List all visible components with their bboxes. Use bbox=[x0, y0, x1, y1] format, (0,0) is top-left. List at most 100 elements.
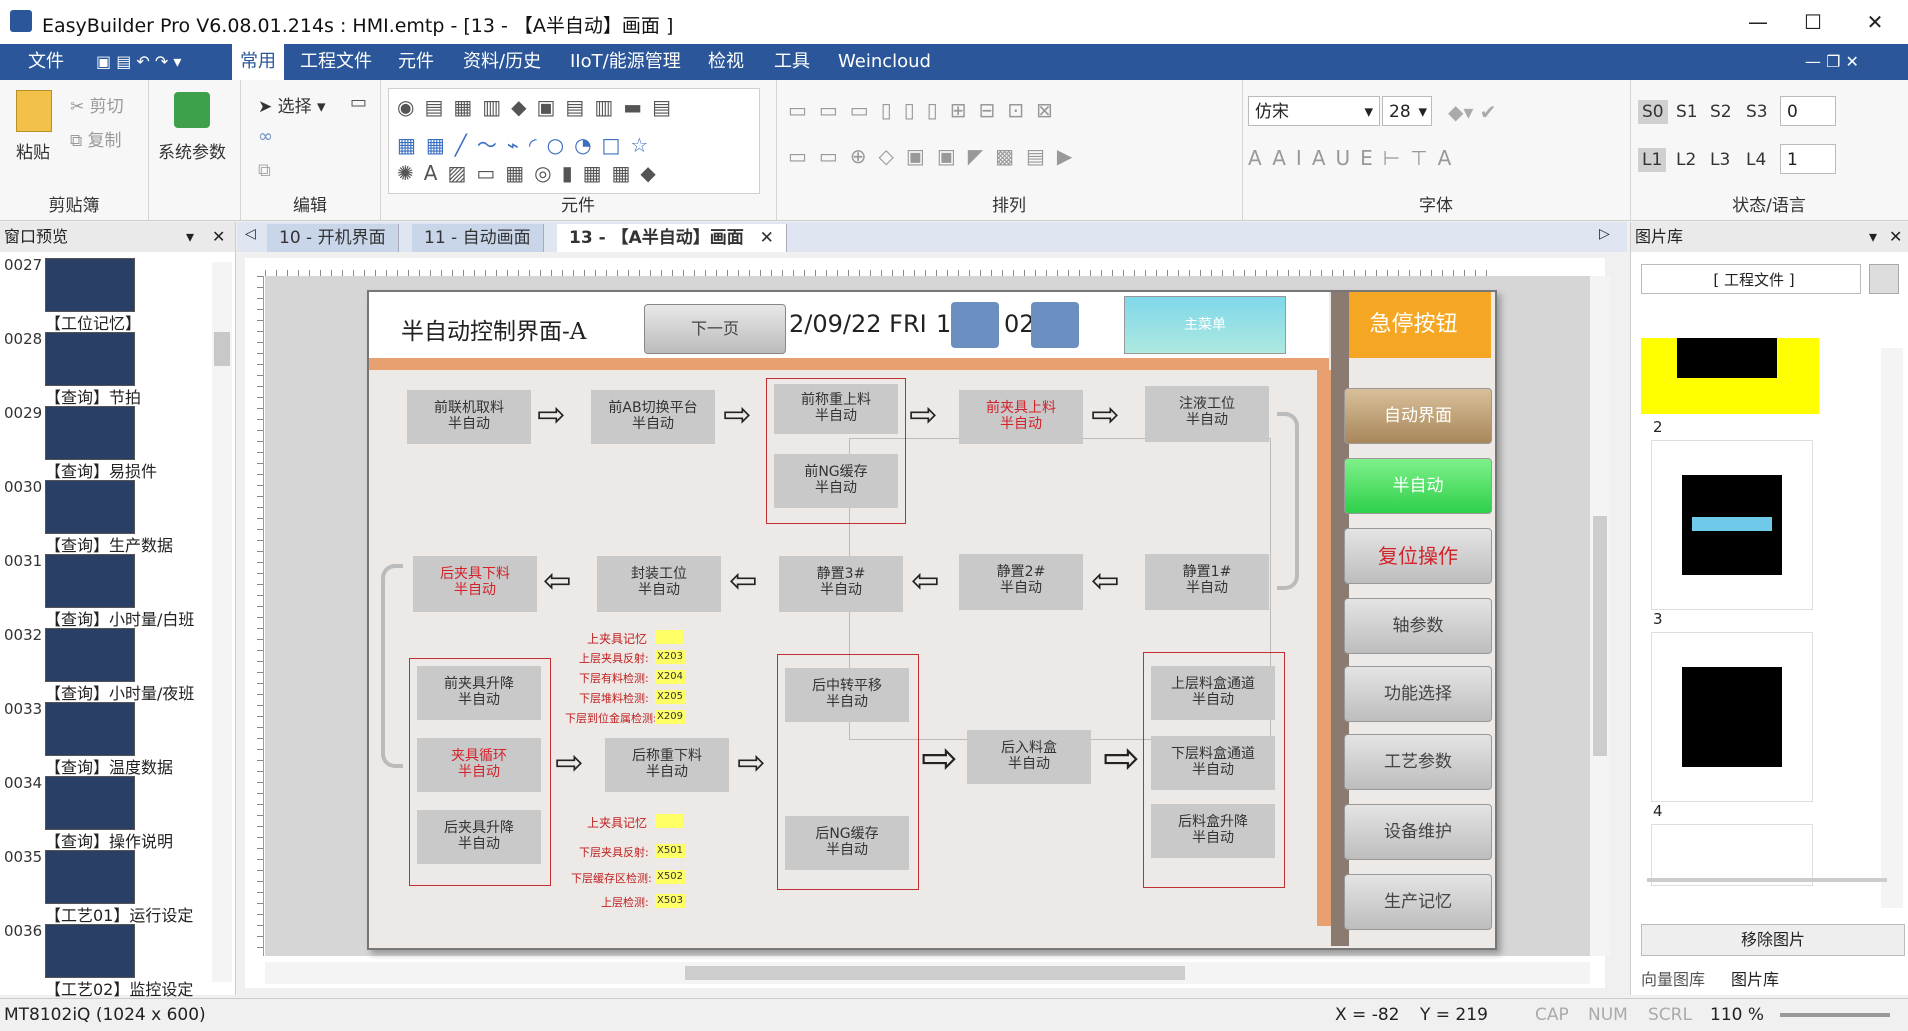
side-button-semi-auto[interactable]: 半自动 bbox=[1344, 458, 1492, 514]
tab-page-13[interactable]: 13 - 【A半自动】画面 ✕ bbox=[557, 224, 787, 252]
chevron-down-icon[interactable]: ▾ bbox=[186, 222, 194, 252]
lang-spinner[interactable]: 1 bbox=[1780, 144, 1836, 174]
station-rest-3[interactable]: 静置3# 半自动 bbox=[779, 556, 903, 612]
font-size-combo[interactable]: 28 ▾ bbox=[1382, 96, 1432, 126]
station-front-ng-cache[interactable]: 前NG缓存 半自动 bbox=[774, 454, 898, 508]
window-thumbnail[interactable] bbox=[45, 554, 135, 608]
menu-file[interactable]: 文件 bbox=[20, 44, 72, 80]
state-s0[interactable]: S0 bbox=[1638, 100, 1668, 124]
duplicate-icon[interactable]: ⧉ bbox=[258, 160, 271, 181]
station-front-weigh[interactable]: 前称重上料 半自动 bbox=[774, 384, 898, 434]
scrollbar-thumb[interactable] bbox=[685, 966, 1185, 980]
object-gallery[interactable]: ◉▤▦▥◆▣▤▥▬▤ ▦▦╱〜⌁◜○◔□☆ ✺A▨▭▦◎▮▦▦◆ bbox=[388, 88, 760, 194]
scrollbar-thumb[interactable] bbox=[214, 332, 230, 366]
scrollbar-thumb[interactable] bbox=[1593, 516, 1607, 756]
library-item-1[interactable] bbox=[1641, 338, 1819, 414]
menu-tools[interactable]: 工具 bbox=[766, 44, 818, 80]
system-params-label[interactable]: 系统参数 bbox=[158, 138, 226, 163]
tab-page-10[interactable]: 10 - 开机界面 bbox=[267, 224, 399, 252]
thumbnail-label[interactable]: 【查询】生产数据 bbox=[45, 532, 173, 556]
cut-button[interactable]: ✂ 剪切 bbox=[70, 92, 124, 117]
quick-access-icons[interactable]: ▣ ▤ ↶ ↷ ▾ bbox=[96, 52, 181, 71]
window-thumbnail[interactable] bbox=[45, 258, 135, 312]
tab-page-11[interactable]: 11 - 自动画面 bbox=[412, 224, 544, 252]
window-thumbnail[interactable] bbox=[45, 332, 135, 386]
station-front-fixture-lift[interactable]: 前夹具升降 半自动 bbox=[417, 666, 541, 720]
station-front-fixture-load[interactable]: 前夹具上料 半自动 bbox=[959, 390, 1083, 444]
thumbnail-label[interactable]: 【查询】温度数据 bbox=[45, 754, 173, 778]
station-seal[interactable]: 封装工位 半自动 bbox=[597, 556, 721, 612]
thumbnail-label[interactable]: 【工艺01】运行设定 bbox=[45, 902, 193, 926]
side-button-maintenance[interactable]: 设备维护 bbox=[1344, 804, 1492, 860]
side-button-function-select[interactable]: 功能选择 bbox=[1344, 666, 1492, 722]
side-button-reset[interactable]: 复位操作 bbox=[1344, 528, 1492, 584]
window-thumbnail[interactable] bbox=[45, 702, 135, 756]
object-icons-row3[interactable]: ✺A▨▭▦◎▮▦▦◆ bbox=[397, 161, 666, 185]
side-button-axis-params[interactable]: 轴参数 bbox=[1344, 598, 1492, 654]
station-rear-ng-cache[interactable]: 后NG缓存 半自动 bbox=[785, 816, 909, 870]
tab-vector-library[interactable]: 向量图库 bbox=[1641, 966, 1705, 990]
system-params-icon[interactable] bbox=[174, 92, 210, 128]
library-source-dropdown[interactable]: [ 工程文件 ] bbox=[1641, 264, 1861, 294]
mdi-window-controls[interactable]: — ❐ ✕ bbox=[1805, 52, 1859, 71]
maximize-icon[interactable]: ☐ bbox=[1790, 6, 1836, 38]
lang-l4[interactable]: L4 bbox=[1746, 150, 1766, 170]
window-thumbnail[interactable] bbox=[45, 776, 135, 830]
text-format-icons[interactable]: AAIAUE⊢⊤A bbox=[1248, 146, 1461, 170]
thumbnail-label[interactable]: 【查询】节拍 bbox=[45, 384, 141, 408]
align-icons[interactable]: ▭▭▭▯▯▯⊞⊟⊡⊠ bbox=[788, 98, 1065, 122]
chevron-down-icon[interactable]: ▾ bbox=[1869, 222, 1877, 252]
copy-button[interactable]: ⧉ 复制 bbox=[70, 126, 122, 151]
window-icon[interactable]: ▭ bbox=[350, 92, 367, 113]
scrollbar[interactable] bbox=[212, 262, 232, 982]
object-icons-row1[interactable]: ◉▤▦▥◆▣▤▥▬▤ bbox=[397, 95, 681, 119]
library-scrollbar[interactable] bbox=[1881, 348, 1903, 908]
lang-l1[interactable]: L1 bbox=[1638, 148, 1667, 172]
library-search-icon[interactable] bbox=[1869, 264, 1899, 294]
menu-iiot[interactable]: IIoT/能源管理 bbox=[562, 44, 689, 80]
station-lower-box-channel[interactable]: 下层料盒通道 半自动 bbox=[1151, 736, 1275, 790]
paint-icons[interactable]: ◆▾ ✔ bbox=[1448, 100, 1497, 124]
select-button[interactable]: ➤ 选择 ▾ bbox=[258, 92, 326, 117]
close-icon[interactable]: ✕ bbox=[1889, 222, 1902, 252]
paste-icon[interactable] bbox=[16, 90, 52, 132]
next-page-button[interactable]: 下一页 bbox=[644, 304, 786, 354]
window-thumbnail[interactable] bbox=[45, 480, 135, 534]
station-rest-1[interactable]: 静置1# 半自动 bbox=[1145, 554, 1269, 610]
thumbnail-label[interactable]: 【工位记忆】 bbox=[45, 310, 141, 334]
state-s1[interactable]: S1 bbox=[1676, 102, 1698, 122]
library-item-4[interactable] bbox=[1651, 824, 1813, 886]
edit-floppy-icon[interactable] bbox=[1031, 302, 1079, 348]
menu-objects[interactable]: 元件 bbox=[390, 44, 442, 80]
library-item-3[interactable] bbox=[1651, 632, 1813, 802]
main-menu-button[interactable]: 主菜单 bbox=[1124, 296, 1286, 354]
menu-project[interactable]: 工程文件 bbox=[292, 44, 380, 80]
tab-scroll-right-icon[interactable]: ▷ bbox=[1599, 226, 1610, 242]
canvas-horizontal-scrollbar[interactable] bbox=[265, 962, 1590, 984]
tab-picture-library[interactable]: 图片库 bbox=[1727, 966, 1784, 990]
station-inject[interactable]: 注液工位 半自动 bbox=[1145, 386, 1269, 442]
distribute-icons[interactable]: ▭▭⊕◇▣▣◤▩▤▶ bbox=[788, 144, 1084, 168]
menu-data-history[interactable]: 资料/历史 bbox=[455, 44, 549, 80]
state-spinner[interactable]: 0 bbox=[1780, 96, 1836, 126]
object-icons-row2[interactable]: ▦▦╱〜⌁◜○◔□☆ bbox=[397, 129, 658, 158]
window-thumbnail[interactable] bbox=[45, 628, 135, 682]
station-rest-2[interactable]: 静置2# 半自动 bbox=[959, 554, 1083, 610]
menu-weincloud[interactable]: Weincloud bbox=[830, 44, 939, 80]
close-icon[interactable]: ✕ bbox=[1852, 6, 1898, 38]
font-name-combo[interactable]: 仿宋 ▾ bbox=[1248, 96, 1380, 126]
lang-l3[interactable]: L3 bbox=[1710, 150, 1730, 170]
thumb-size-slider[interactable] bbox=[1647, 878, 1887, 882]
side-button-process-params[interactable]: 工艺参数 bbox=[1344, 734, 1492, 790]
station-rear-transfer[interactable]: 后中转平移 半自动 bbox=[785, 668, 909, 722]
station-rear-fixture-lift[interactable]: 后夹具升降 半自动 bbox=[417, 810, 541, 864]
window-thumbnail[interactable] bbox=[45, 850, 135, 904]
close-icon[interactable]: ✕ bbox=[212, 222, 225, 252]
thumbnail-label[interactable]: 【查询】操作说明 bbox=[45, 828, 173, 852]
thumbnail-label[interactable]: 【查询】易损件 bbox=[45, 458, 157, 482]
edit-floppy-icon[interactable] bbox=[951, 302, 999, 348]
side-button-auto[interactable]: 自动界面 bbox=[1344, 388, 1492, 444]
zoom-slider[interactable] bbox=[1780, 1013, 1890, 1017]
canvas-vertical-scrollbar[interactable] bbox=[1590, 276, 1610, 956]
link-icon[interactable]: ∞ bbox=[258, 126, 273, 147]
